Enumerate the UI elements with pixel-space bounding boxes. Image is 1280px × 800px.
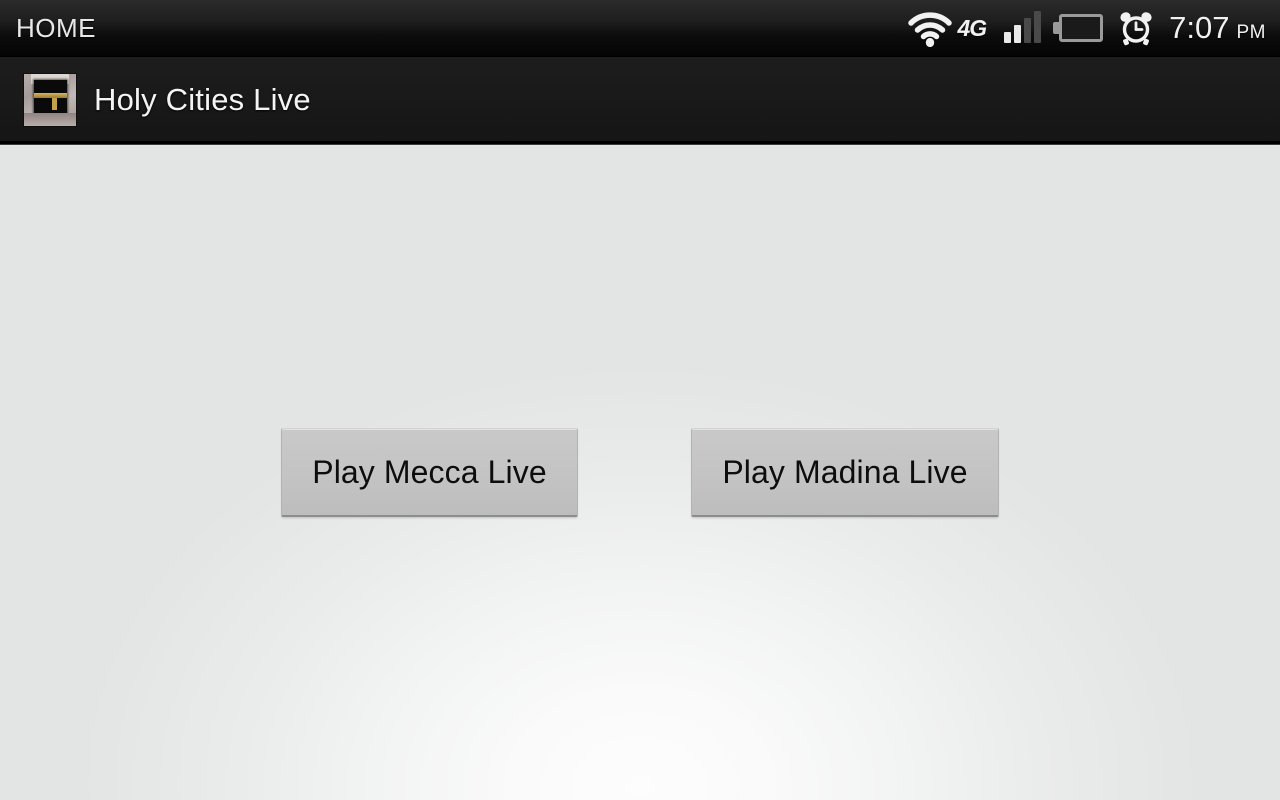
app-title-bar: Holy Cities Live (0, 57, 1280, 144)
play-mecca-live-button[interactable]: Play Mecca Live (281, 428, 578, 517)
battery-body (1059, 14, 1104, 42)
network-type-label: 4G (957, 14, 987, 41)
kaaba-icon-door (52, 98, 57, 110)
status-bar[interactable]: HOME 4G 7:07 PM (0, 0, 1280, 57)
battery-icon (1053, 14, 1104, 42)
main-content: Play Mecca Live Play Madina Live (0, 146, 1280, 800)
wifi-icon (907, 9, 953, 47)
app-title: Holy Cities Live (94, 81, 311, 117)
kaaba-icon-ground (24, 113, 76, 126)
clock-ampm: PM (1236, 22, 1266, 43)
clock-time: 7:07 (1169, 10, 1230, 45)
status-bar-left: HOME (16, 13, 96, 44)
status-bar-right: 4G 7:07 PM (907, 9, 1266, 47)
kaaba-icon[interactable] (24, 73, 76, 126)
kaaba-icon-band (34, 93, 67, 98)
android-screen: HOME 4G 7:07 PM Holy Cities Live Play Me… (0, 0, 1280, 800)
status-home-label: HOME (16, 12, 96, 43)
status-clock: 7:07 PM (1169, 10, 1266, 46)
alarm-clock-icon (1117, 9, 1155, 47)
signal-bars-icon (1004, 11, 1042, 43)
play-buttons-row: Play Mecca Live Play Madina Live (0, 428, 1280, 517)
play-madina-live-button[interactable]: Play Madina Live (691, 428, 999, 517)
